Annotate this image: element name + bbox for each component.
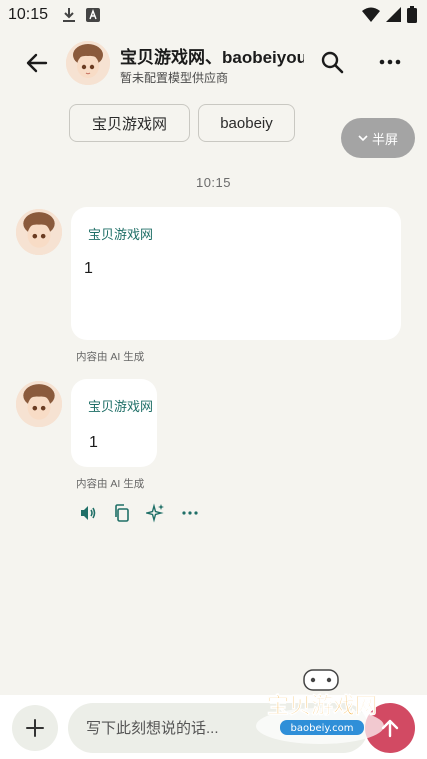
plus-icon: [26, 719, 44, 737]
add-button[interactable]: [12, 705, 58, 751]
chat-header: 宝贝游戏网、baobeiyou 暂未配置模型供应商: [0, 36, 427, 88]
chat-subtitle: 暂未配置模型供应商: [120, 71, 229, 85]
back-arrow-icon[interactable]: [24, 50, 50, 76]
battery-icon: [407, 6, 417, 23]
ai-generated-note: 内容由 AI 生成: [76, 351, 145, 363]
avatar-image: [16, 209, 62, 255]
half-screen-label: 半屏: [371, 131, 398, 147]
message-sender: 宝贝游戏网: [88, 399, 154, 414]
download-icon: [63, 8, 76, 22]
header-avatar[interactable]: [66, 41, 110, 85]
message-input[interactable]: [68, 703, 368, 753]
message-actions: [78, 503, 200, 523]
app-notification-icon: [86, 8, 101, 22]
message-avatar[interactable]: [16, 381, 62, 427]
more-options-icon[interactable]: [377, 50, 403, 74]
message-bubble[interactable]: 宝贝游戏网 1: [71, 207, 401, 340]
more-actions-icon[interactable]: [180, 503, 200, 523]
search-icon[interactable]: [320, 50, 344, 74]
arrow-up-icon: [381, 719, 399, 738]
signal-icon: [386, 7, 401, 22]
copy-icon[interactable]: [112, 503, 132, 523]
participant-chip-baobeiy[interactable]: baobeiy: [198, 104, 295, 142]
wifi-icon: [362, 7, 380, 22]
status-time: 10:15: [8, 6, 49, 23]
chevron-down-icon: [358, 135, 368, 142]
ai-generated-note: 内容由 AI 生成: [76, 478, 145, 490]
message-text: 1: [89, 434, 98, 451]
speaker-icon[interactable]: [78, 503, 98, 523]
message-text: 1: [84, 260, 93, 277]
status-bar: 10:15: [0, 0, 427, 30]
message-avatar[interactable]: [16, 209, 62, 255]
participant-chip-baobei-game[interactable]: 宝贝游戏网: [69, 104, 190, 142]
time-divider: 10:15: [195, 175, 232, 190]
message-bubble[interactable]: 宝贝游戏网 1: [71, 379, 157, 467]
avatar-image: [16, 381, 62, 427]
avatar-image: [66, 41, 110, 85]
composer-bar: [0, 695, 427, 759]
message-sender: 宝贝游戏网: [88, 227, 154, 242]
chat-title: 宝贝游戏网、baobeiyou: [120, 48, 304, 67]
send-button[interactable]: [365, 703, 415, 753]
half-screen-button[interactable]: 半屏: [341, 118, 415, 158]
sparkle-icon[interactable]: [146, 503, 166, 523]
